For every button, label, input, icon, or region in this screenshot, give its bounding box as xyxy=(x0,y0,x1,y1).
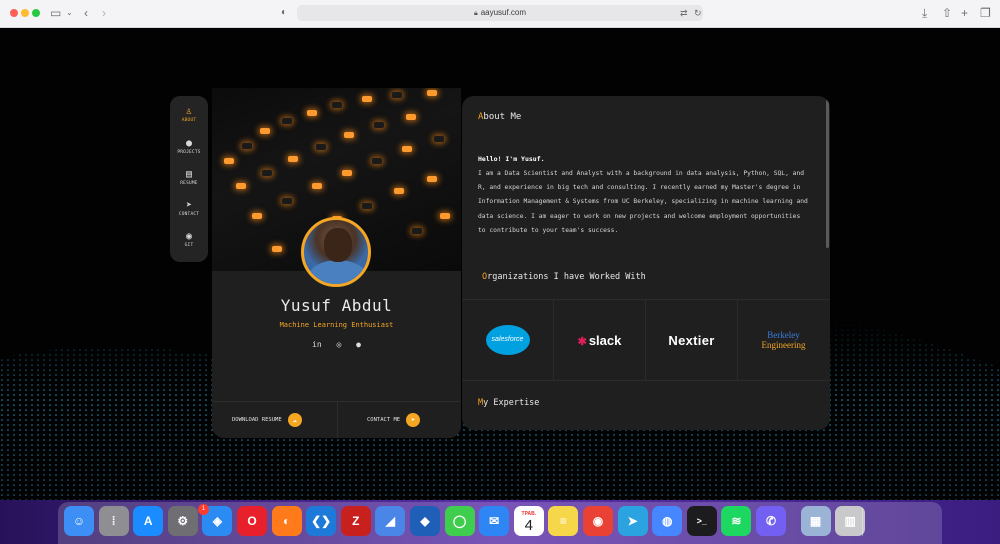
terminal-icon[interactable]: >_ xyxy=(686,506,717,536)
filezilla-icon[interactable]: Z xyxy=(340,506,371,536)
download-icon[interactable]: ⤓ xyxy=(922,5,927,21)
about-title: About Me xyxy=(478,112,522,122)
org-nextier: Nextier xyxy=(646,300,738,380)
linkedin-icon[interactable]: in xyxy=(312,340,322,349)
opera-icon[interactable]: O xyxy=(237,506,267,536)
about-greeting: Hello! I'm Yusuf. xyxy=(478,155,545,163)
screenium-icon[interactable]: ◢ xyxy=(375,506,406,536)
paper-plane-icon: ➤ xyxy=(185,200,193,211)
notes-icon[interactable]: ≡ xyxy=(548,506,579,536)
share-icon[interactable]: ⇧ xyxy=(942,5,952,21)
launchpad-icon[interactable]: ⁞ xyxy=(98,506,129,536)
lightbulb-icon: ● xyxy=(185,138,193,149)
nav-label-resume: RESUME xyxy=(180,181,198,186)
organizations-row: salesforce ✱ slack Nextier Berkeley Engine… xyxy=(462,299,830,381)
translate-icon[interactable]: ⇄ xyxy=(680,5,688,21)
profile-subtitle: Machine Learning Enthusiast xyxy=(279,321,394,329)
notification-badge: 1 xyxy=(198,504,209,515)
org-salesforce: salesforce xyxy=(462,300,554,380)
github-icon: ◉ xyxy=(185,231,193,242)
chevron-down-icon[interactable]: ⌄ xyxy=(66,5,73,21)
viber-icon[interactable]: ✆ xyxy=(756,506,786,536)
side-navigation: ♙ ABOUT ● PROJECTS ▤ RESUME ➤ CONTACT ◉ … xyxy=(170,96,208,262)
profile-actions: DOWNLOAD RESUME ☁ CONTACT ME ➤ xyxy=(212,401,461,438)
chevron-right-icon[interactable]: › xyxy=(102,5,106,21)
github-icon[interactable]: ● xyxy=(356,340,361,349)
nav-item-projects[interactable]: ● PROJECTS xyxy=(170,138,208,155)
nav-item-resume[interactable]: ▤ RESUME xyxy=(170,169,208,186)
system-settings-icon[interactable]: ⚙ xyxy=(167,506,198,536)
profile-card: Yusuf Abdul Machine Learning Enthusiast … xyxy=(212,88,461,438)
messages-icon[interactable]: ◯ xyxy=(444,506,475,536)
address-bar[interactable]: 🔒︎ aayusuf.com xyxy=(297,5,703,21)
outline-icon[interactable]: ◆ xyxy=(410,506,440,536)
finder-icon[interactable]: ☺ xyxy=(64,506,94,536)
document-icon: ▤ xyxy=(185,169,193,180)
nav-label-projects: PROJECTS xyxy=(177,150,201,155)
paper-plane-icon: ➤ xyxy=(406,412,421,427)
calendar-icon[interactable]: ТРАВ. 4 xyxy=(513,506,544,536)
profile-name: Yusuf Abdul xyxy=(280,296,393,315)
reload-icon[interactable]: ↻ xyxy=(694,5,702,21)
expertise-title: My Expertise xyxy=(478,398,540,408)
tabs-icon[interactable]: ❐ xyxy=(980,5,991,21)
download-resume-label: DOWNLOAD RESUME xyxy=(232,417,282,423)
macos-dock: ☺ ⁞ A ⚙ ◈ O ◐ ❮❯ Z ◢ ◆ ◯ ✉ ТРАВ. 4 ≡ ◉ ➤ ◍ >_ ≋ ✆ ▦ ▥ 1 xyxy=(58,502,942,544)
nav-item-about[interactable]: ♙ ABOUT xyxy=(170,106,208,123)
trash-icon[interactable]: ▥ xyxy=(835,506,866,536)
app-store-icon[interactable]: A xyxy=(133,506,164,536)
nextier-logo-icon: Nextier xyxy=(668,332,715,348)
about-panel: About Me Hello! I'm Yusuf. I am a Data S… xyxy=(462,96,830,430)
nav-label-git: GIT xyxy=(184,243,194,248)
salesforce-logo-icon: salesforce xyxy=(485,325,530,355)
social-links: in ◎ ● xyxy=(212,340,461,349)
contact-me-label: CONTACT ME xyxy=(367,417,401,423)
org-berkeley: Berkeley Engineering xyxy=(738,300,829,380)
organizations-title: Organizations I have Worked With xyxy=(482,272,646,282)
nordvpn-icon[interactable]: ◍ xyxy=(652,506,683,536)
chevron-left-icon[interactable]: ‹ xyxy=(84,5,88,21)
instagram-icon[interactable]: ◎ xyxy=(336,340,341,349)
org-slack: ✱ slack xyxy=(554,300,646,380)
lock-icon: 🔒︎ xyxy=(473,10,478,17)
browser-toolbar: ▭ ⌄ ‹ › ◐ 🔒︎ aayusuf.com ⇄ ↻ ⤓ ⇧ + ❐ xyxy=(0,0,1000,28)
close-window-button[interactable] xyxy=(10,9,18,17)
nav-item-git[interactable]: ◉ GIT xyxy=(170,231,208,248)
preview-icon[interactable]: ▦ xyxy=(800,506,831,536)
nav-item-contact[interactable]: ➤ CONTACT xyxy=(170,200,208,217)
user-icon: ♙ xyxy=(185,106,193,117)
spotify-icon[interactable]: ≋ xyxy=(721,506,752,536)
nav-label-about: ABOUT xyxy=(181,118,197,123)
scrollbar[interactable] xyxy=(826,100,829,248)
telegram-icon[interactable]: ➤ xyxy=(617,506,648,536)
shield-icon[interactable]: ◐ xyxy=(281,5,287,21)
contact-me-button[interactable]: CONTACT ME ➤ xyxy=(367,412,421,428)
zoom-window-button[interactable] xyxy=(32,9,40,17)
profile-avatar xyxy=(301,217,371,287)
plus-icon[interactable]: + xyxy=(961,5,968,21)
vscode-icon[interactable]: ❮❯ xyxy=(306,506,337,536)
cloud-download-icon: ☁ xyxy=(287,412,302,427)
berkeley-logo-icon: Berkeley Engineering xyxy=(761,330,806,350)
chrome-icon[interactable]: ◉ xyxy=(583,506,613,536)
dock-separator xyxy=(862,508,863,536)
mail-icon[interactable]: ✉ xyxy=(479,506,510,536)
url-text: aayusuf.com xyxy=(480,8,527,17)
download-resume-button[interactable]: DOWNLOAD RESUME ☁ xyxy=(232,412,302,428)
nav-label-contact: CONTACT xyxy=(178,212,200,217)
about-description: I am a Data Scientist and Analyst with a… xyxy=(478,170,808,234)
sidebar-icon[interactable]: ▭ xyxy=(50,5,61,21)
minimize-window-button[interactable] xyxy=(21,9,29,17)
slack-logo-icon: ✱ slack xyxy=(577,332,622,348)
firefox-icon[interactable]: ◐ xyxy=(271,506,302,536)
actions-divider xyxy=(337,402,338,438)
calendar-day: 4 xyxy=(524,517,533,534)
